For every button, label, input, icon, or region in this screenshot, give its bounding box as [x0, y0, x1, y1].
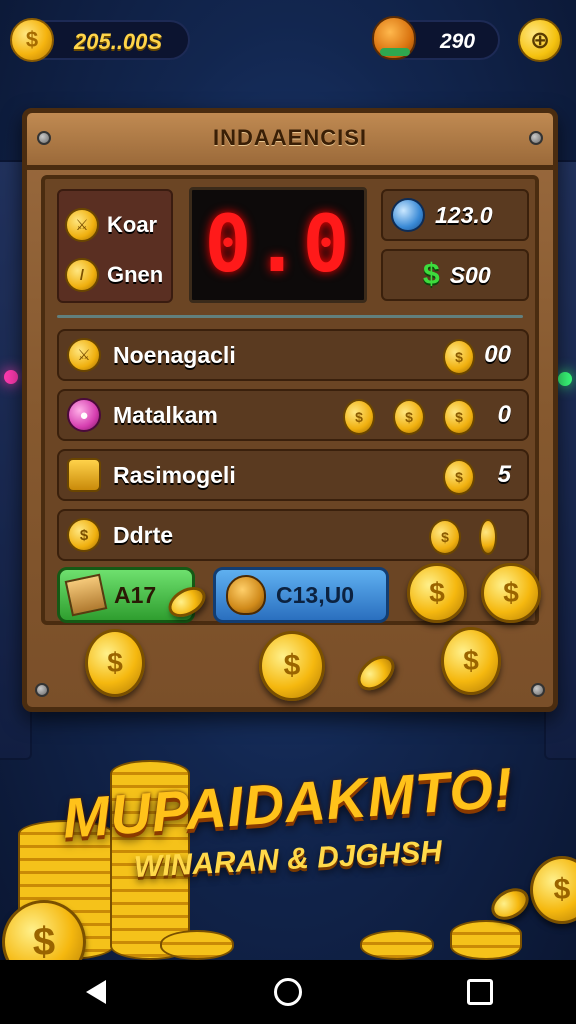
coin-icon: $: [407, 563, 467, 623]
list-item-label: Noenagacli: [113, 341, 236, 368]
board-header: INDAAENCISI: [22, 108, 558, 170]
stat-label: Koar: [107, 212, 158, 237]
crate-icon: [64, 573, 108, 617]
back-icon: [86, 980, 106, 1004]
coin-icon: [479, 519, 497, 555]
chest-icon: [67, 458, 101, 492]
bolt-icon: [35, 683, 49, 697]
coin-stack: [160, 930, 234, 960]
bolt-icon: [529, 131, 543, 145]
system-nav-bar: [0, 960, 576, 1024]
coin-icon: $: [259, 631, 325, 701]
coin-icon: $: [441, 627, 501, 695]
score-display: 0.0: [189, 187, 367, 303]
wooden-board: INDAAENCISI ⚔ Koar / Gnen 0.0 123.0 $ S0…: [22, 108, 558, 712]
dagger-icon: /: [65, 258, 99, 292]
board-title: INDAAENCISI: [212, 125, 367, 150]
coin-balance[interactable]: $ 205..00S: [10, 18, 190, 62]
list-item-value: 0: [497, 401, 511, 428]
stat-box-value: S00: [449, 261, 491, 288]
list-item[interactable]: ● Matalkam $ $ $ 0: [57, 389, 529, 441]
board-inner-panel: ⚔ Koar / Gnen 0.0 123.0 $ S00 ⚔ Noenagac…: [41, 175, 539, 625]
coin-group: $: [443, 459, 475, 495]
coin-icon: $: [443, 459, 475, 495]
left-stats-panel: ⚔ Koar / Gnen: [57, 189, 173, 303]
recents-icon: [467, 979, 493, 1005]
bolt-icon: [37, 131, 51, 145]
home-button[interactable]: [258, 962, 318, 1022]
add-currency-button[interactable]: ⊕: [518, 18, 562, 62]
divider: [57, 315, 523, 318]
home-icon: [274, 978, 302, 1006]
money-sack-icon: [226, 575, 266, 615]
list-item-label: Matalkam: [113, 401, 218, 428]
stat-box-money: $ S00: [381, 249, 529, 301]
coin-group: $: [443, 339, 475, 375]
list-item[interactable]: $ Ddrte $: [57, 509, 529, 561]
list-item[interactable]: Rasimogeli $ 5: [57, 449, 529, 501]
green-action-label: A17: [114, 581, 157, 608]
coin-icon: $: [481, 563, 541, 623]
stat-row: / Gnen: [65, 255, 163, 295]
bolt-icon: [531, 683, 545, 697]
coin-icon: [350, 648, 402, 698]
blue-action-button[interactable]: C13,U0: [213, 567, 389, 623]
coin-icon: $: [343, 399, 375, 435]
list-item-value: 5: [497, 461, 511, 488]
sword-icon: ⚔: [67, 338, 101, 372]
coin-icon: $: [85, 629, 145, 697]
top-bar: $ 205..00S 290 ⊕: [10, 14, 562, 70]
background-glow: [558, 372, 572, 386]
sword-icon: ⚔: [65, 208, 99, 242]
coin-icon: $: [429, 519, 461, 555]
coin-icon: $: [10, 18, 54, 62]
blue-coin-icon: [391, 198, 425, 232]
stat-box-value: 123.0: [435, 201, 493, 228]
stat-box-blue: 123.0: [381, 189, 529, 241]
list-item-label: Rasimogeli: [113, 461, 236, 488]
coin-group: $ $ $: [343, 399, 475, 435]
pink-coin-icon: ●: [67, 398, 101, 432]
background-glow: [4, 370, 18, 384]
coin-icon: $: [443, 339, 475, 375]
coin-icon: $: [393, 399, 425, 435]
bag-balance-value: 290: [440, 30, 476, 53]
list-item-label: Ddrte: [113, 521, 174, 548]
blue-action-label: C13,U0: [276, 581, 354, 608]
promo-banner: MUPAIDAKMTO! WINARAN & DJGHSH: [0, 755, 576, 884]
coin-stack: [360, 930, 434, 960]
coin-group: $: [429, 519, 497, 555]
back-button[interactable]: [66, 962, 126, 1022]
coin-icon: $: [67, 518, 101, 552]
dollar-icon: $: [423, 258, 440, 291]
bag-balance[interactable]: 290: [372, 16, 500, 60]
coin-balance-value: 205..00S: [74, 29, 163, 54]
treasure-bag-icon: [372, 16, 416, 60]
stat-label: Gnen: [107, 262, 164, 287]
recents-button[interactable]: [450, 962, 510, 1022]
list-item-value: 00: [484, 341, 511, 368]
stat-row: ⚔ Koar: [65, 205, 157, 245]
coin-stack: [450, 920, 522, 960]
coin-icon: $: [443, 399, 475, 435]
list-item[interactable]: ⚔ Noenagacli $ 00: [57, 329, 529, 381]
